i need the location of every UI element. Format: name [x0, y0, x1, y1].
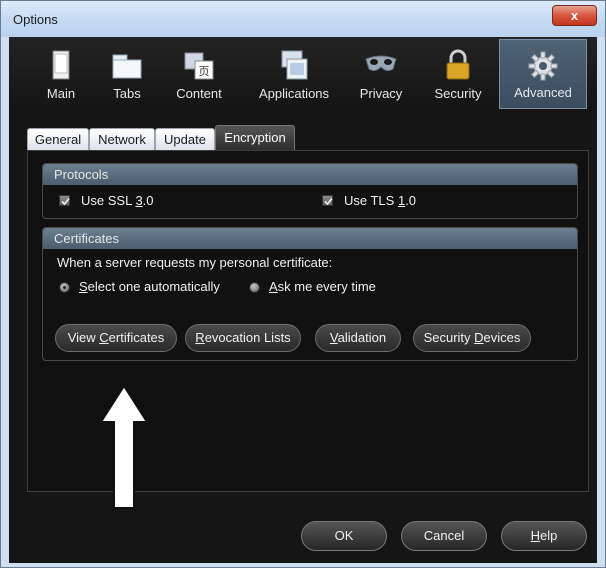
certificates-group-title: Certificates [43, 228, 577, 249]
ask-every-time-label[interactable]: Ask me every time [269, 279, 376, 294]
toolbar-item-label: Advanced [514, 85, 572, 100]
checkmark-icon [61, 197, 70, 206]
protocols-group-title: Protocols [43, 164, 577, 185]
protocols-group: Protocols Use SSL 3.0 Use TLS 1.0 [42, 163, 578, 219]
dialog-client-area: Main Tabs 页 Content Applications Privacy… [9, 37, 597, 563]
close-button[interactable]: x [552, 5, 597, 26]
tabs-icon [112, 54, 142, 79]
content-icon: 页 [184, 52, 214, 80]
title-bar[interactable]: Options x [1, 1, 605, 37]
toolbar-item-label: Privacy [359, 86, 403, 101]
options-window: Options x Main Tabs 页 Content Applicatio… [0, 0, 606, 568]
use-tls1-label[interactable]: Use TLS 1.0 [344, 193, 416, 208]
cancel-button[interactable]: Cancel [401, 521, 487, 551]
certificate-prompt: When a server requests my personal certi… [57, 255, 333, 270]
ok-button[interactable]: OK [301, 521, 387, 551]
category-toolbar: Main Tabs 页 Content Applications Privacy… [9, 37, 597, 111]
toolbar-item-privacy[interactable]: Privacy [351, 39, 411, 109]
certificates-group: Certificates When a server requests my p… [42, 227, 578, 361]
toolbar-item-tabs[interactable]: Tabs [101, 39, 153, 109]
validation-button[interactable]: Validation [315, 324, 401, 352]
toolbar-item-content[interactable]: 页 Content [167, 39, 231, 109]
toolbar-item-label: Applications [258, 86, 330, 101]
select-automatically-radio[interactable] [59, 282, 70, 293]
annotation-arrow-icon [99, 384, 149, 509]
tab-encryption[interactable]: Encryption [215, 125, 295, 151]
view-certificates-button[interactable]: View Certificates [55, 324, 177, 352]
checkmark-icon [324, 197, 333, 206]
tab-update[interactable]: Update [155, 128, 215, 150]
padlock-icon [446, 49, 470, 80]
privacy-mask-icon [365, 55, 397, 72]
use-ssl3-label[interactable]: Use SSL 3.0 [81, 193, 154, 208]
toolbar-item-label: Main [46, 86, 76, 101]
use-tls1-checkbox[interactable] [322, 195, 333, 206]
revocation-lists-button[interactable]: Revocation Lists [185, 324, 301, 352]
ask-every-time-radio[interactable] [249, 282, 260, 293]
window-title: Options [13, 12, 58, 27]
select-automatically-label[interactable]: Select one automatically [79, 279, 220, 294]
toolbar-item-security[interactable]: Security [427, 39, 489, 109]
tab-network[interactable]: Network [89, 128, 155, 150]
toolbar-item-label: Security [434, 86, 482, 101]
toolbar-item-label: Tabs [113, 86, 141, 101]
toolbar-item-label: Content [176, 86, 222, 101]
help-button[interactable]: Help [501, 521, 587, 551]
svg-text:页: 页 [199, 65, 210, 78]
security-devices-button[interactable]: Security Devices [413, 324, 531, 352]
use-ssl3-checkbox[interactable] [59, 195, 70, 206]
main-icon [52, 50, 70, 80]
tab-general[interactable]: General [27, 128, 89, 150]
gear-icon [528, 51, 558, 81]
toolbar-item-advanced[interactable]: Advanced [499, 39, 587, 109]
toolbar-item-applications[interactable]: Applications [247, 39, 341, 109]
applications-icon [281, 50, 308, 80]
toolbar-item-main[interactable]: Main [39, 39, 83, 109]
